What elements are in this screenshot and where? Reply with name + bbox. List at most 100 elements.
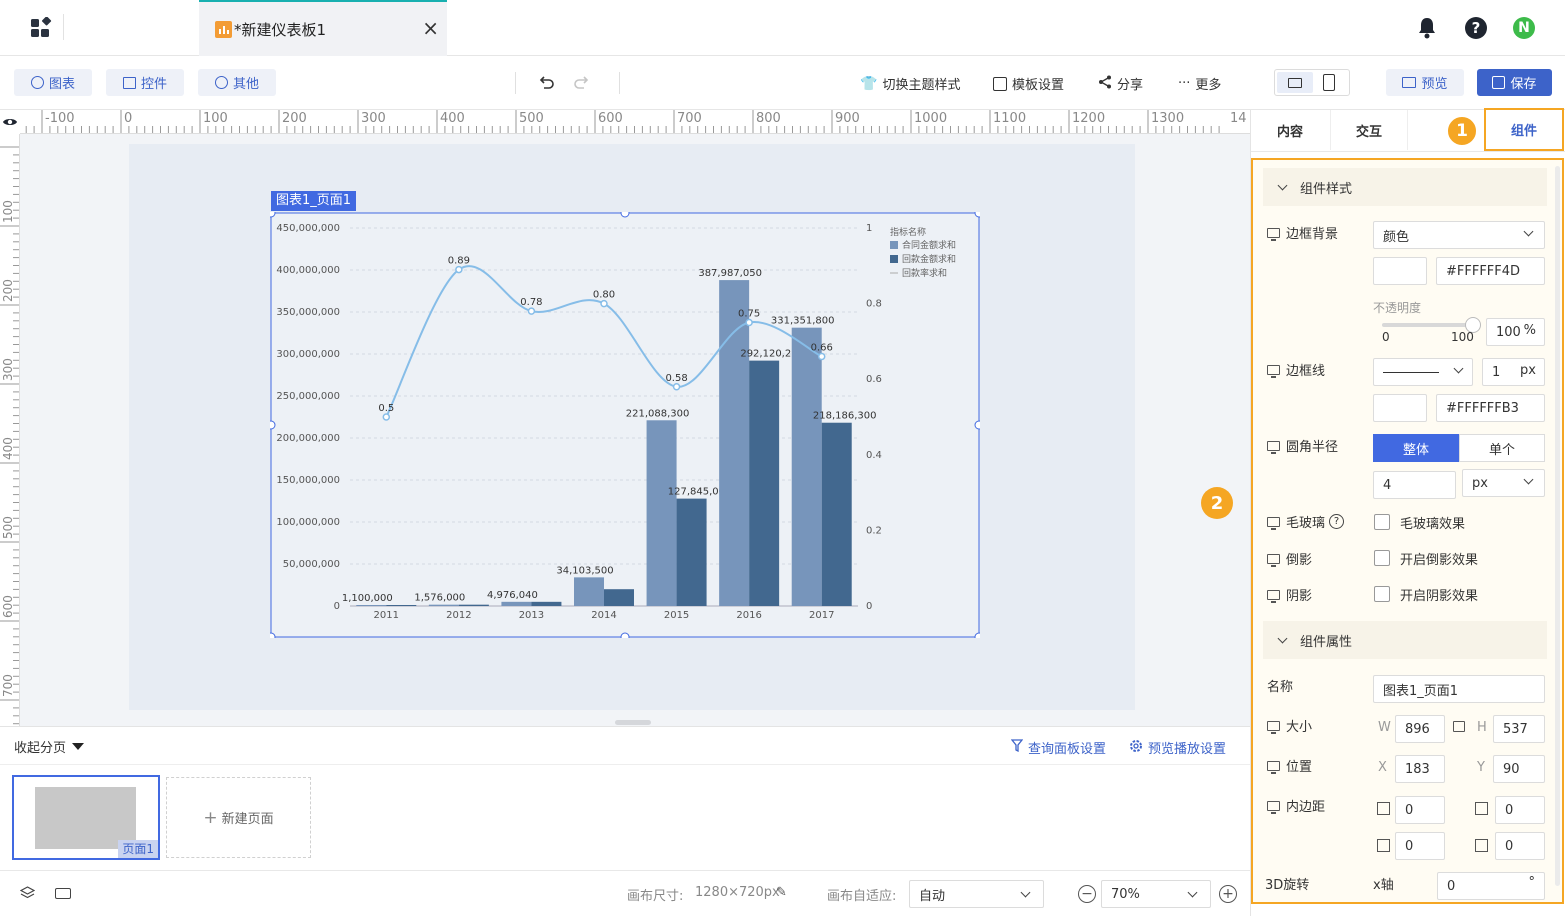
undo-icon[interactable]: [537, 74, 555, 92]
share-button[interactable]: 分享: [1098, 74, 1143, 93]
avatar[interactable]: N: [1513, 17, 1535, 39]
radius-unit-select[interactable]: px: [1462, 469, 1545, 497]
bar-data-label: 331,351,800: [771, 316, 835, 327]
padding-left-input[interactable]: 0: [1395, 832, 1445, 860]
scrollbar[interactable]: [1555, 166, 1560, 886]
template-button[interactable]: 模板设置: [993, 74, 1064, 93]
y-tick-label: 50,000,000: [283, 559, 340, 570]
x-axis-rotate-input[interactable]: 0 °: [1437, 872, 1545, 900]
mobile-icon[interactable]: [1323, 74, 1335, 91]
bg-color-input[interactable]: #FFFFFF4D: [1436, 257, 1545, 285]
padding-bottom-input[interactable]: 0: [1495, 796, 1545, 824]
line-point: [817, 352, 826, 361]
vertical-ruler: 100 200 300 400 500 600 700: [0, 134, 20, 726]
chart-widget[interactable]: 0 50,000,000 100,000,000 150,000,000 200,000…: [270, 212, 980, 638]
template-icon: [993, 76, 1007, 91]
zoom-out-icon[interactable]: −: [1078, 885, 1096, 903]
border-color-swatch[interactable]: [1373, 394, 1427, 422]
other-button[interactable]: 其他: [198, 69, 276, 96]
playback-settings[interactable]: 预览播放设置: [1129, 738, 1226, 757]
y-tick-label: 150,000,000: [276, 475, 340, 486]
query-panel-settings[interactable]: 查询面板设置: [1010, 738, 1106, 757]
line-data-label: 0.80: [593, 290, 615, 301]
bell-icon[interactable]: [1416, 16, 1438, 40]
opacity-min: 0: [1382, 330, 1390, 344]
more-button[interactable]: ··· 更多: [1178, 74, 1221, 93]
opacity-slider-track[interactable]: [1382, 323, 1474, 327]
resize-handle: [620, 212, 630, 218]
dashboard-tab[interactable]: *新建仪表板1 ×: [199, 0, 447, 56]
app-grid-icon[interactable]: [30, 16, 52, 39]
eye-icon[interactable]: [0, 110, 20, 134]
chevron-down-icon: [1453, 363, 1464, 374]
border-width-input[interactable]: 1 px: [1482, 358, 1545, 386]
name-input[interactable]: 图表1_页面1: [1373, 675, 1545, 703]
padding-bottom-icon: [1475, 802, 1488, 815]
edit-icon[interactable]: ✎: [776, 885, 787, 900]
new-page-button[interactable]: + 新建页面: [166, 777, 311, 858]
width-input[interactable]: 896: [1395, 715, 1445, 743]
legend-item: 回款率求和: [902, 267, 947, 279]
keyboard-icon[interactable]: [55, 888, 71, 899]
control-button[interactable]: 控件: [106, 69, 184, 96]
drag-handle[interactable]: [615, 720, 651, 725]
radius-single-button[interactable]: 单个: [1459, 434, 1545, 462]
bar-data-label: 4,976,040: [487, 590, 538, 601]
zoom-select[interactable]: 70%: [1101, 880, 1211, 908]
opacity-input[interactable]: 100 %: [1486, 318, 1545, 346]
bar-data-label: 218,186,300: [813, 411, 877, 422]
lock-icon[interactable]: [1453, 721, 1465, 732]
bg-type-select[interactable]: 颜色: [1373, 221, 1545, 249]
width-label: W: [1378, 720, 1391, 735]
border-style-select[interactable]: [1373, 358, 1473, 386]
x-input[interactable]: 183: [1395, 755, 1445, 783]
resize-handle: [620, 632, 630, 638]
section-component-style[interactable]: 组件样式: [1263, 168, 1547, 206]
plus-icon: +: [203, 807, 218, 828]
bar: [458, 604, 489, 606]
page-name-badge: 页面1: [118, 840, 158, 858]
theme-button[interactable]: 👕 切换主题样式: [860, 74, 960, 94]
bg-color-swatch[interactable]: [1373, 257, 1427, 285]
height-input[interactable]: 537: [1493, 715, 1545, 743]
layers-icon[interactable]: [19, 886, 36, 901]
padding-top-input[interactable]: 0: [1395, 796, 1445, 824]
help-icon[interactable]: ?: [1465, 17, 1487, 39]
zoom-in-icon[interactable]: +: [1219, 885, 1237, 903]
border-bg-label: 边框背景: [1267, 223, 1338, 242]
padding-right-input[interactable]: 0: [1495, 832, 1545, 860]
page-thumbnail[interactable]: 页面1: [12, 775, 160, 860]
line-data-label: 0.75: [738, 309, 760, 320]
section-component-props[interactable]: 组件属性: [1263, 621, 1547, 659]
reflect-checkbox[interactable]: [1374, 550, 1390, 566]
tab-component[interactable]: 组件: [1484, 108, 1564, 151]
save-button[interactable]: 保存: [1477, 69, 1552, 96]
preview-button[interactable]: 预览: [1386, 69, 1464, 96]
adapt-select[interactable]: 自动: [909, 880, 1044, 908]
desktop-icon[interactable]: [1277, 72, 1313, 93]
shadow-checkbox[interactable]: [1374, 586, 1390, 602]
legend-title: 指标名称: [890, 226, 926, 238]
tab-content[interactable]: 内容: [1251, 110, 1329, 150]
frosted-effect-label: 毛玻璃效果: [1400, 517, 1466, 532]
monitor-icon: [1402, 77, 1417, 88]
frosted-checkbox[interactable]: [1374, 514, 1390, 530]
x-tick-label: 2011: [374, 610, 399, 621]
tab-interaction[interactable]: 交互: [1330, 110, 1408, 150]
ruler-label: 1200: [1072, 111, 1105, 126]
collapse-pages-button[interactable]: 收起分页: [14, 737, 85, 756]
name-label: 名称: [1267, 680, 1294, 695]
y-input[interactable]: 90: [1493, 755, 1545, 783]
bar: [676, 498, 707, 606]
ruler-label: 1100: [993, 111, 1026, 126]
divider: [619, 72, 620, 94]
radius-input[interactable]: 4: [1373, 471, 1456, 499]
line-point: [527, 307, 536, 315]
radius-whole-button[interactable]: 整体: [1373, 434, 1459, 462]
border-color-input[interactable]: #FFFFFFB3: [1436, 394, 1545, 422]
tab-close-icon[interactable]: ×: [422, 16, 439, 40]
redo-icon[interactable]: [573, 74, 591, 92]
bar: [791, 327, 822, 606]
chart-button[interactable]: 图表: [14, 69, 92, 96]
help-circle-icon[interactable]: ?: [1329, 514, 1345, 529]
